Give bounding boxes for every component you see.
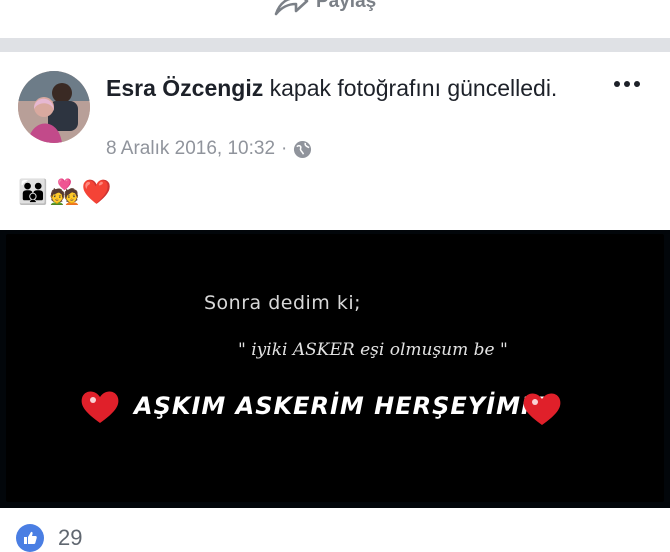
family-emoji: 👪 <box>18 179 48 206</box>
left-heart-icon <box>81 391 119 423</box>
cover-frame <box>6 234 664 502</box>
more-dot <box>614 81 620 87</box>
feed-post: Esra Özcengiz kapak fotoğrafını güncelle… <box>0 52 670 552</box>
reaction-count: 29 <box>58 525 83 550</box>
thumbs-up-icon <box>24 531 37 544</box>
post-header: Esra Özcengiz kapak fotoğrafını güncelle… <box>106 73 586 104</box>
cover-text-line-2: " iyiki ASKER eşi olmuşum be " <box>238 340 508 360</box>
post-meta: 8 Aralık 2016, 10:32 · <box>106 138 312 160</box>
right-heart-icon <box>523 393 561 425</box>
author-name[interactable]: Esra Özcengiz <box>106 75 263 101</box>
like-icon <box>16 524 44 552</box>
couple-emoji: 💑 <box>49 179 80 206</box>
share-label: Paylaş <box>316 0 377 12</box>
post-action: kapak fotoğrafını güncelledi. <box>269 75 558 101</box>
post-timestamp[interactable]: 8 Aralık 2016, 10:32 <box>106 138 275 160</box>
globe-icon <box>294 140 312 158</box>
feed-divider <box>0 38 670 52</box>
more-dot <box>634 81 640 87</box>
share-arrow-icon <box>274 0 309 16</box>
top-bar: Paylaş <box>0 0 670 38</box>
cover-text-line-1: Sonra dedim ki; <box>204 292 362 314</box>
post-emojis: 👪 💑 ❤️ <box>18 179 112 207</box>
cover-photo[interactable]: Sonra dedim ki; " iyiki ASKER eşi olmuşu… <box>0 230 670 508</box>
share-button[interactable]: Paylaş <box>272 0 376 18</box>
avatar[interactable] <box>18 71 90 143</box>
heart-emoji: ❤️ <box>81 179 112 206</box>
more-dot <box>624 81 630 87</box>
more-options-icon[interactable] <box>614 81 640 87</box>
cover-text-line-3: AŞKIM ASKERİM HERŞEYİMM <box>134 392 546 420</box>
reactions-summary[interactable]: 29 <box>16 524 82 552</box>
meta-separator: · <box>281 138 288 159</box>
avatar-image <box>18 71 90 143</box>
